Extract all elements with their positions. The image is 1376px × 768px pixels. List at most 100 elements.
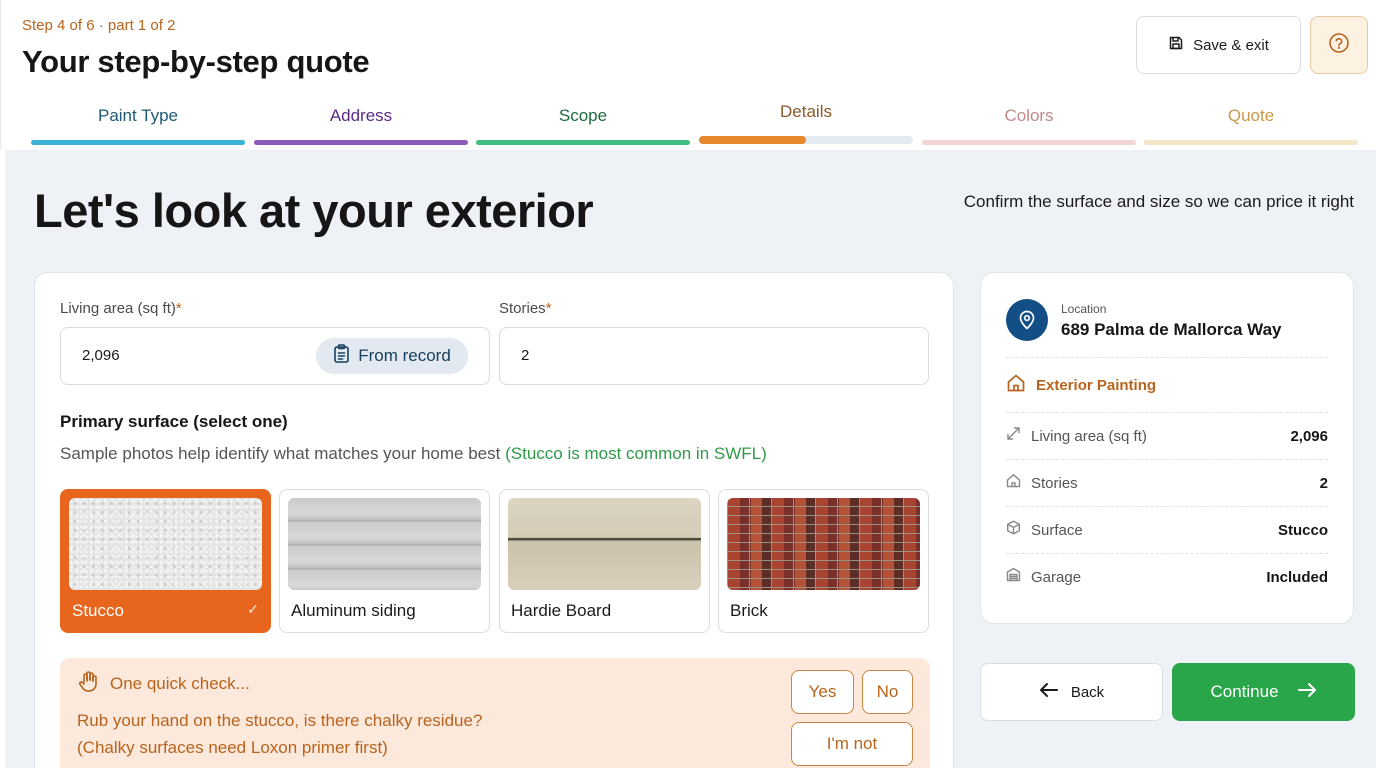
tab-colors[interactable]: Colors [922,98,1136,146]
summary-row-garage: Garage Included [1006,565,1328,589]
tab-progress-bar [1144,140,1358,145]
surface-option-hardie-board[interactable]: Hardie Board [499,489,710,633]
arrow-left-icon [1039,682,1059,702]
stories-input[interactable]: 2 [499,327,929,385]
surface-options: Stucco ✓ Aluminum siding Hardie Board Br… [60,489,930,633]
summary-key: Surface [1031,521,1083,539]
surface-label: Brick [730,601,768,620]
summary-value: Stucco [1277,521,1328,539]
garage-icon [1006,567,1021,587]
save-exit-label: Save & exit [1193,36,1269,54]
aluminum-siding-sample-image [288,498,481,590]
summary-value: 2,096 [1290,427,1328,445]
surface-label: Aluminum siding [291,601,416,620]
divider [1006,506,1328,507]
cube-icon [1006,520,1021,540]
tab-label: Scope [558,106,608,125]
divider [1006,459,1328,460]
hero-subtitle: Confirm the surface and size so we can p… [963,192,1354,211]
quick-check-question: Rub your hand on the stucco, is there ch… [77,711,483,730]
required-mark: * [545,300,552,317]
summary-key: Stories [1031,474,1078,492]
tab-paint-type[interactable]: Paint Type [31,98,245,146]
hand-icon [77,670,101,699]
house-icon [1006,473,1021,493]
living-area-label: Living area (sq ft)* [60,300,182,317]
surface-label: Stucco [72,601,124,620]
living-area-value: 2,096 [82,347,120,364]
summary-row-surface: Surface Stucco [1006,518,1328,542]
save-icon [1168,35,1184,55]
stories-value: 2 [521,347,530,364]
summary-key: Garage [1031,568,1082,586]
from-record-button[interactable]: From record [316,338,468,374]
summary-key: Living area (sq ft) [1031,427,1147,445]
stories-label-text: Stories [499,300,546,317]
surface-hint-text: Sample photos help identify what matches… [60,444,501,463]
summary-row-stories: Stories 2 [1006,471,1328,495]
quote-summary-card: Location 689 Palma de Mallorca Way Exter… [980,272,1354,624]
tab-quote[interactable]: Quote [1144,98,1358,146]
surface-hint: Sample photos help identify what matches… [60,444,767,464]
not-sure-button[interactable]: I'm not [791,722,913,766]
quick-check-note: (Chalky surfaces need Loxon primer first… [77,738,388,757]
save-exit-button[interactable]: Save & exit [1136,16,1301,74]
tab-label: Paint Type [97,106,179,125]
tab-label: Details [780,102,832,121]
tab-address[interactable]: Address [254,98,468,146]
help-icon [1328,32,1350,59]
back-button[interactable]: Back [980,663,1163,721]
surface-section-title: Primary surface (select one) [60,412,288,431]
help-button[interactable] [1310,16,1368,74]
living-area-label-text: Living area (sq ft) [60,300,176,317]
hero-title: Let's look at your exterior [34,184,594,237]
arrow-right-icon [1297,682,1317,703]
back-label: Back [1070,683,1105,701]
surface-hint-note: (Stucco is most common in SWFL) [505,444,767,463]
service-type-label: Exterior Painting [1036,376,1157,394]
tab-label: Address [329,106,393,125]
stucco-sample-image [69,498,262,590]
check-icon: ✓ [247,601,259,617]
quick-check-title: One quick check... [110,674,250,693]
no-button[interactable]: No [862,670,913,714]
location-value: 689 Palma de Mallorca Way [1061,320,1282,339]
tab-progress-bar [254,140,468,145]
quick-check-panel: One quick check... Rub your hand on the … [60,658,930,768]
summary-row-living-area: Living area (sq ft) 2,096 [1006,424,1328,448]
tab-progress-fill [699,136,806,144]
clipboard-icon [333,344,350,368]
continue-label: Continue [1210,682,1279,701]
divider [1006,553,1328,554]
location-label: Location [1061,302,1107,316]
resize-icon [1006,426,1021,446]
divider [1006,412,1328,413]
details-form-card: Living area (sq ft)* 2,096 From record S… [34,272,954,768]
surface-option-stucco[interactable]: Stucco ✓ [60,489,271,633]
divider [1006,357,1328,358]
from-record-label: From record [358,346,451,365]
required-mark: * [175,300,182,317]
tab-details[interactable]: Details [699,98,913,146]
yes-button[interactable]: Yes [791,670,854,714]
tab-progress-bar [922,140,1136,145]
living-area-input[interactable]: 2,096 From record [60,327,490,385]
tab-scope[interactable]: Scope [476,98,690,146]
service-type: Exterior Painting [1006,373,1156,397]
brick-sample-image [727,498,920,590]
surface-label: Hardie Board [511,601,612,620]
hardie-board-sample-image [508,498,701,590]
tab-label: Colors [1004,106,1054,125]
tab-progress-bar [476,140,690,145]
surface-option-aluminum-siding[interactable]: Aluminum siding [279,489,490,633]
header: Step 4 of 6 · part 1 of 2 Your step-by-s… [0,0,1376,150]
step-indicator: Step 4 of 6 · part 1 of 2 [22,17,176,34]
location-pin-icon [1006,299,1048,341]
tab-progress-bar [31,140,245,145]
progress-tabs: Paint Type Address Scope Details Colors … [31,98,1361,148]
summary-value: Included [1266,568,1328,586]
summary-value: 2 [1319,474,1328,492]
surface-option-brick[interactable]: Brick [718,489,929,633]
continue-button[interactable]: Continue [1172,663,1355,721]
tab-label: Quote [1227,106,1275,125]
